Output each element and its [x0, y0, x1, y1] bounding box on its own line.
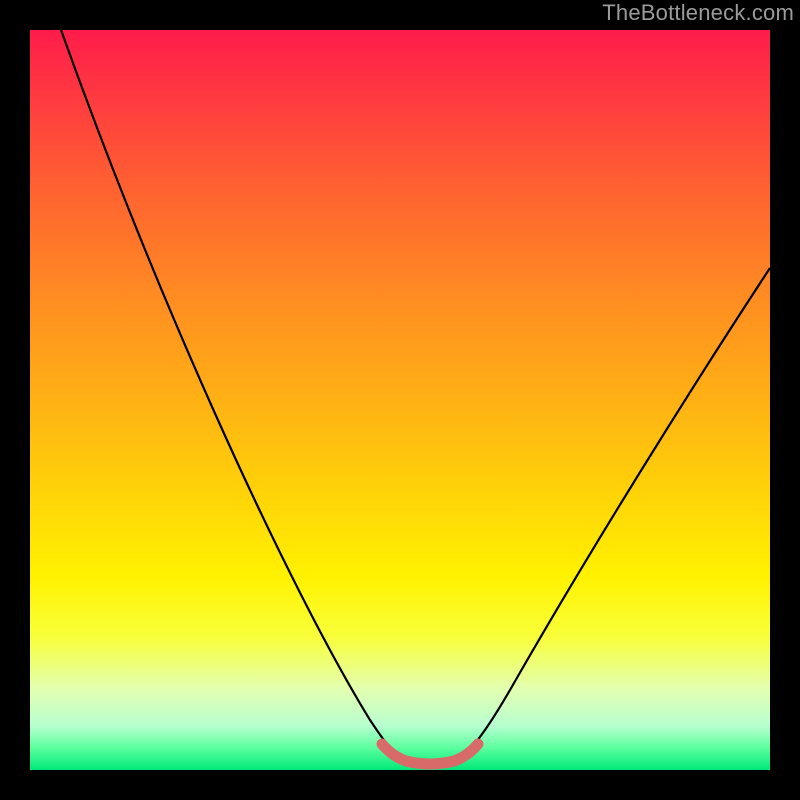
plot-area: [30, 30, 770, 770]
bottom-highlight: [382, 744, 478, 764]
watermark-text: TheBottleneck.com: [602, 0, 794, 26]
chart-frame: TheBottleneck.com: [0, 0, 800, 800]
curve-path: [40, 30, 770, 765]
bottleneck-curve: [30, 30, 770, 770]
